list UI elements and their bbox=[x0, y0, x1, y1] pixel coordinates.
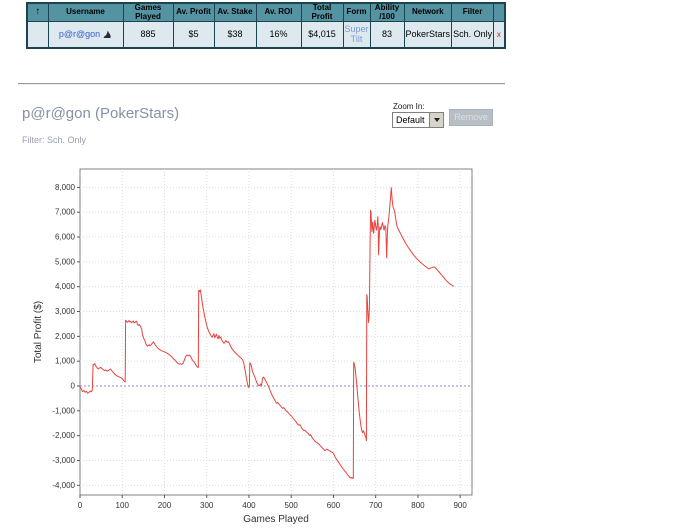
svg-text:8,000: 8,000 bbox=[55, 183, 76, 192]
cell-av-stake: $38 bbox=[213, 21, 257, 48]
cell-ability: 83 bbox=[369, 21, 405, 48]
svg-text:1,000: 1,000 bbox=[55, 357, 76, 366]
svg-text:-2,000: -2,000 bbox=[52, 431, 75, 440]
svg-text:2,000: 2,000 bbox=[55, 332, 76, 341]
table-row: p@r@gon 885 $5 $38 16% $4,015 Super Tilt… bbox=[26, 21, 506, 48]
profit-chart: 0 100 200 300 400 500 600 700 800 900 -4,000 -3,000… bbox=[30, 165, 495, 527]
profit-chart-svg: 0 100 200 300 400 500 600 700 800 900 -4,000 -3,000… bbox=[33, 168, 473, 525]
col-username[interactable]: Username bbox=[47, 2, 124, 22]
cell-sort bbox=[26, 21, 49, 48]
zoom-in-label: Zoom In: bbox=[393, 102, 425, 111]
cell-games-played: 885 bbox=[122, 21, 174, 48]
col-ability[interactable]: Ability /100 bbox=[369, 2, 405, 22]
col-av-stake[interactable]: Av. Stake bbox=[213, 2, 257, 22]
svg-text:-1,000: -1,000 bbox=[52, 406, 75, 415]
page-title: p@r@gon (PokerStars) bbox=[22, 105, 180, 122]
cell-remove: x bbox=[493, 21, 506, 48]
form-link[interactable]: Super Tilt bbox=[345, 24, 369, 44]
svg-text:-3,000: -3,000 bbox=[52, 456, 75, 465]
svg-text:Games Played: Games Played bbox=[243, 514, 309, 525]
cell-filter: Sch. Only bbox=[451, 21, 495, 48]
svg-text:5,000: 5,000 bbox=[55, 257, 76, 266]
svg-text:100: 100 bbox=[116, 501, 130, 510]
section-divider bbox=[18, 83, 505, 85]
svg-text:500: 500 bbox=[285, 501, 299, 510]
zoom-select-value: Default bbox=[396, 115, 425, 125]
col-av-profit[interactable]: Av. Profit bbox=[172, 2, 215, 22]
col-filter[interactable]: Filter bbox=[451, 2, 495, 22]
svg-text:800: 800 bbox=[411, 501, 425, 510]
remove-button[interactable]: Remove bbox=[449, 109, 493, 126]
svg-text:-4,000: -4,000 bbox=[52, 481, 75, 490]
svg-text:0: 0 bbox=[78, 501, 83, 510]
username-link[interactable]: p@r@gon bbox=[59, 29, 100, 39]
svg-text:900: 900 bbox=[453, 501, 467, 510]
cell-form: Super Tilt bbox=[342, 21, 371, 48]
table-header-row: ↑ Username Games Played Av. Profit Av. S… bbox=[26, 2, 506, 22]
svg-text:400: 400 bbox=[242, 501, 256, 510]
zoom-select[interactable]: Default bbox=[392, 112, 444, 128]
remove-row-link[interactable]: x bbox=[497, 30, 501, 39]
cell-network: PokerStars bbox=[403, 21, 453, 48]
svg-text:0: 0 bbox=[71, 382, 76, 391]
col-remove bbox=[493, 2, 506, 22]
sort-column-header[interactable]: ↑ bbox=[26, 2, 49, 22]
col-total-profit[interactable]: Total Profit bbox=[300, 2, 344, 22]
cell-av-profit: $5 bbox=[172, 21, 215, 48]
svg-text:Total Profit ($): Total Profit ($) bbox=[33, 301, 44, 363]
col-network[interactable]: Network bbox=[403, 2, 453, 22]
svg-text:4,000: 4,000 bbox=[55, 282, 76, 291]
svg-text:7,000: 7,000 bbox=[55, 208, 76, 217]
svg-text:700: 700 bbox=[369, 501, 383, 510]
svg-text:300: 300 bbox=[200, 501, 214, 510]
cell-total-profit: $4,015 bbox=[300, 21, 344, 48]
dropdown-button[interactable] bbox=[429, 113, 443, 127]
cell-av-roi: 16% bbox=[255, 21, 302, 48]
col-games-played[interactable]: Games Played bbox=[122, 2, 174, 22]
svg-text:200: 200 bbox=[158, 501, 172, 510]
results-table: ↑ Username Games Played Av. Profit Av. S… bbox=[26, 2, 506, 49]
col-av-roi[interactable]: Av. ROI bbox=[255, 2, 302, 22]
cell-username: p@r@gon bbox=[47, 21, 124, 48]
chevron-down-icon bbox=[433, 118, 440, 122]
svg-text:3,000: 3,000 bbox=[55, 307, 76, 316]
filter-label: Filter: Sch. Only bbox=[22, 135, 87, 145]
player-badge-icon bbox=[103, 30, 111, 39]
svg-text:6,000: 6,000 bbox=[55, 233, 76, 242]
sort-up-icon: ↑ bbox=[35, 6, 41, 18]
svg-text:600: 600 bbox=[327, 501, 341, 510]
col-form[interactable]: Form bbox=[342, 2, 371, 22]
